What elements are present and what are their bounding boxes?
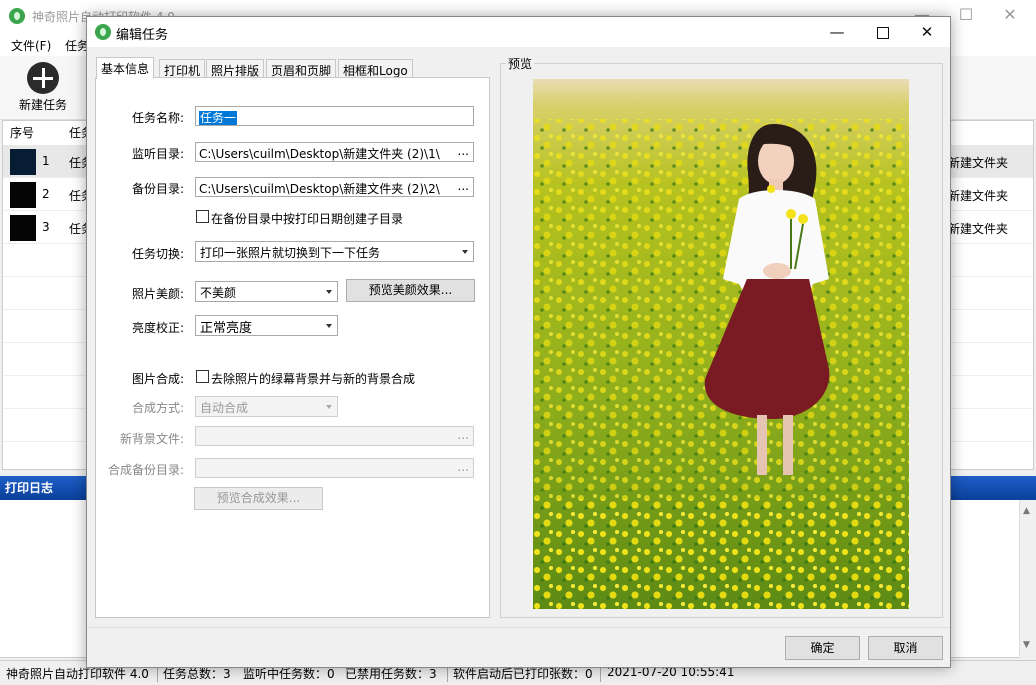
row-index: 2 (42, 187, 50, 201)
task-switch-value: 打印一张照片就切换到下一下任务 (200, 246, 381, 260)
backup-dir-field[interactable]: C:\Users\cuilm\Desktop\新建文件夹 (2)\2\ ... (195, 177, 474, 197)
tab-basic-info[interactable]: 基本信息 (96, 57, 155, 79)
cancel-button[interactable]: 取消 (868, 636, 943, 660)
chevron-down-icon (326, 324, 332, 328)
brightness-label: 亮度校正: (132, 321, 185, 335)
beauty-preview-button[interactable]: 预览美颜效果... (346, 279, 475, 302)
main-close-icon[interactable]: ✕ (988, 0, 1032, 32)
row-index: 1 (42, 154, 50, 168)
task-thumbnail (10, 182, 36, 208)
scroll-up-icon[interactable]: ▲ (1023, 506, 1030, 516)
new-bg-label: 新背景文件: (120, 432, 185, 446)
backup-dir-browse-button[interactable]: ... (458, 179, 469, 193)
task-name-label: 任务名称: (132, 111, 185, 125)
watch-dir-browse-button[interactable]: ... (458, 144, 469, 158)
watch-dir-label: 监听目录: (132, 147, 185, 161)
task-name-value: 任务一 (199, 111, 238, 125)
preview-label: 预览 (506, 55, 535, 72)
chevron-down-icon (326, 290, 332, 294)
composite-label: 图片合成: (132, 372, 185, 386)
dialog-titlebar[interactable]: 编辑任务 — ✕ (87, 17, 950, 47)
tab-printer[interactable]: 打印机 (159, 59, 206, 78)
task-name-input[interactable]: 任务一 (195, 106, 474, 126)
new-bg-browse-button[interactable]: ... (458, 428, 469, 442)
task-switch-label: 任务切换: (132, 247, 185, 261)
row-folder: 新建文件夹 (948, 222, 1009, 236)
task-thumbnail (10, 215, 36, 241)
brightness-value: 正常亮度 (200, 321, 253, 336)
backup-dir-label: 备份目录: (132, 182, 185, 196)
beauty-dropdown[interactable]: 不美颜 (195, 281, 338, 302)
dialog-close-icon[interactable]: ✕ (904, 17, 950, 47)
dialog-title: 编辑任务 (116, 28, 169, 43)
composite-mode-value: 自动合成 (200, 401, 249, 415)
tab-frame-logo[interactable]: 相框和Logo (338, 59, 413, 78)
beauty-label: 照片美颜: (132, 287, 185, 301)
composite-preview-button[interactable]: 预览合成效果... (194, 487, 323, 510)
ok-button[interactable]: 确定 (785, 636, 860, 660)
dialog-minimize-icon[interactable]: — (814, 17, 860, 47)
watch-dir-field[interactable]: C:\Users\cuilm\Desktop\新建文件夹 (2)\1\ ... (195, 142, 474, 162)
new-task-button[interactable]: 新建任务 (10, 58, 76, 116)
new-bg-field[interactable]: ... (195, 426, 474, 446)
app-logo-icon (9, 8, 25, 24)
watch-dir-value: C:\Users\cuilm\Desktop\新建文件夹 (2)\1\ (199, 147, 440, 161)
chevron-down-icon (462, 250, 468, 254)
date-subdir-checkbox-label[interactable]: 在备份目录中按打印日期创建子目录 (211, 210, 403, 227)
composite-mode-label: 合成方式: (132, 401, 185, 415)
plus-circle-icon (27, 62, 59, 94)
tab-header-footer[interactable]: 页眉和页脚 (266, 59, 337, 78)
preview-photo (533, 79, 909, 609)
composite-checkbox[interactable] (196, 370, 209, 383)
edit-task-dialog: 编辑任务 — ✕ 基本信息 打印机 照片排版 页眉和页脚 相框和Logo 任务名… (86, 16, 951, 668)
row-folder: 新建文件夹 (948, 189, 1009, 203)
backup-dir-value: C:\Users\cuilm\Desktop\新建文件夹 (2)\2\ (199, 182, 440, 196)
composite-checkbox-label[interactable]: 去除照片的绿幕背景并与新的背景合成 (211, 370, 415, 387)
composite-backup-browse-button[interactable]: ... (458, 460, 469, 474)
composite-backup-field[interactable]: ... (195, 458, 474, 478)
date-subdir-checkbox[interactable] (196, 210, 209, 223)
beauty-value: 不美颜 (200, 286, 237, 300)
chevron-down-icon (326, 405, 332, 409)
task-switch-dropdown[interactable]: 打印一张照片就切换到下一下任务 (195, 241, 474, 262)
log-scrollbar[interactable]: ▲ ▼ (1019, 500, 1036, 658)
task-thumbnail (10, 149, 36, 175)
tab-photo-layout[interactable]: 照片排版 (206, 59, 265, 78)
dialog-app-icon (95, 24, 111, 40)
column-header-index[interactable]: 序号 (10, 121, 34, 145)
composite-backup-label: 合成备份目录: (108, 463, 185, 477)
row-folder: 新建文件夹 (948, 156, 1009, 170)
new-task-label: 新建任务 (18, 98, 67, 112)
scroll-down-icon[interactable]: ▼ (1023, 640, 1030, 650)
composite-mode-dropdown[interactable]: 自动合成 (195, 396, 338, 417)
menu-file[interactable]: 文件(F) (11, 37, 51, 54)
brightness-dropdown[interactable]: 正常亮度 (195, 315, 338, 336)
dialog-maximize-icon[interactable] (859, 17, 905, 47)
row-index: 3 (42, 220, 50, 234)
